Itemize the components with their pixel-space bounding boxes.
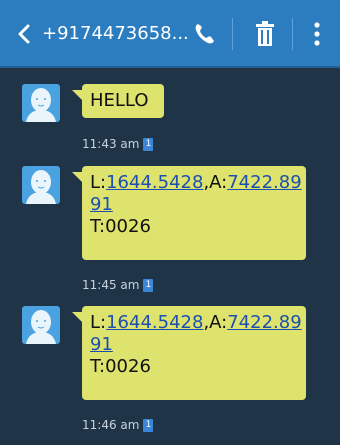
back-arrow-icon[interactable]: [14, 22, 36, 46]
message-line-continued: 91: [90, 194, 298, 216]
a-value-link[interactable]: 7422.89: [227, 172, 301, 193]
message-meta: 11:43 am 1: [82, 136, 154, 152]
more-vertical-icon[interactable]: [306, 18, 328, 50]
l-prefix: L:: [90, 312, 107, 333]
message-time: 11:45 am: [82, 278, 140, 292]
avatar[interactable]: [22, 306, 60, 344]
toolbar-separator: [232, 18, 233, 50]
sim-icon: 1: [143, 279, 154, 292]
message-bubble[interactable]: HELLO: [72, 84, 164, 118]
message-meta: 11:45 am 1: [82, 277, 154, 293]
message-line-continued: 91: [90, 334, 298, 356]
l-prefix: L:: [90, 172, 107, 193]
message-time: 11:46 am: [82, 418, 140, 432]
message-bubble[interactable]: L:1644.5428,A:7422.89 91 T:0026: [72, 166, 306, 260]
contact-number[interactable]: +9174473658...: [42, 20, 189, 48]
a-value-link[interactable]: 7422.89: [227, 312, 301, 333]
a-value-link-continued[interactable]: 91: [90, 194, 113, 215]
toolbar-separator: [292, 18, 293, 50]
message-meta: 11:46 am 1: [82, 417, 154, 433]
phone-icon[interactable]: [190, 18, 220, 50]
message-bubble[interactable]: L:1644.5428,A:7422.89 91 T:0026: [72, 306, 306, 400]
a-prefix: ,A:: [203, 172, 228, 193]
message-line-time-code: T:0026: [90, 356, 151, 377]
trash-icon[interactable]: [250, 18, 280, 50]
l-value-link[interactable]: 1644.5428: [106, 172, 203, 193]
avatar[interactable]: [22, 84, 60, 122]
message-line-location: L:1644.5428,A:7422.89: [90, 312, 302, 334]
top-bar: +9174473658...: [0, 0, 340, 68]
avatar[interactable]: [22, 166, 60, 204]
a-value-link-continued[interactable]: 91: [90, 334, 113, 355]
a-prefix: ,A:: [203, 312, 228, 333]
message-text: HELLO: [90, 90, 149, 111]
message-line-location: L:1644.5428,A:7422.89: [90, 172, 302, 194]
message-time: 11:43 am: [82, 137, 140, 151]
sim-icon: 1: [143, 138, 154, 151]
sim-icon: 1: [143, 419, 154, 432]
l-value-link[interactable]: 1644.5428: [106, 312, 203, 333]
message-line-time-code: T:0026: [90, 216, 151, 237]
